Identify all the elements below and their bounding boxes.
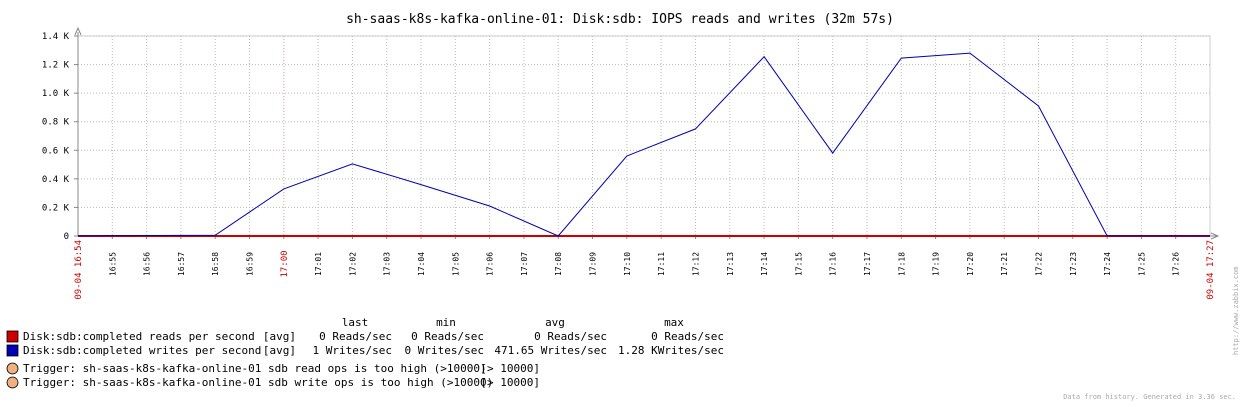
x-tick-label: 17:20 (966, 252, 975, 276)
legend-last: 1 Writes/sec (313, 344, 392, 357)
legend-series-name: Disk:sdb:completed writes per second (23, 344, 261, 357)
x-tick-label: 16:57 (177, 252, 186, 276)
trigger-text: Trigger: sh-saas-k8s-kafka-online-01 sdb… (23, 376, 493, 389)
y-tick-label: 0 (64, 232, 69, 242)
plot-area (77, 35, 1211, 237)
x-tick-label: 17:24 (1103, 252, 1112, 276)
x-end-label: 09-04 17:27 (1206, 240, 1216, 300)
trigger-row-write: Trigger: sh-saas-k8s-kafka-online-01 sdb… (6, 376, 540, 389)
legend-series-name: Disk:sdb:completed reads per second (23, 330, 255, 343)
x-tick-label: 17:16 (829, 252, 838, 276)
legend-func: [avg] (263, 344, 296, 357)
x-tick-label: 17:00 (280, 250, 290, 277)
legend-swatch-reads (6, 330, 19, 343)
y-tick-label: 0.2 K (42, 203, 70, 213)
y-tick-label: 1.2 K (42, 61, 70, 71)
legend-header-last: last (342, 316, 369, 329)
legend-min: 0 Writes/sec (405, 344, 484, 357)
x-tick-label: 17:10 (623, 252, 632, 276)
x-tick-label: 16:59 (246, 252, 255, 276)
legend-header-avg: avg (545, 316, 565, 329)
legend-header-max: max (664, 316, 684, 329)
legend-last: 0 Reads/sec (319, 330, 392, 343)
x-tick-label: 16:58 (211, 252, 220, 276)
legend-func: [avg] (263, 330, 296, 343)
zabbix-url: http://www.zabbix.com (1232, 266, 1240, 355)
generated-note: Data from history. Generated in 3.36 sec… (1063, 393, 1236, 401)
x-tick-label: 17:18 (897, 252, 906, 276)
legend-avg: 0 Reads/sec (534, 330, 607, 343)
x-tick-label: 17:14 (760, 252, 769, 276)
legend-max: 0 Reads/sec (651, 330, 724, 343)
y-tick-label: 0.6 K (42, 146, 70, 156)
legend-min: 0 Reads/sec (411, 330, 484, 343)
x-tick-label: 17:06 (486, 252, 495, 276)
trigger-icon (6, 362, 19, 375)
chart-svg: sh-saas-k8s-kafka-online-01: Disk:sdb: I… (0, 0, 1243, 407)
legend-avg: 471.65 Writes/sec (494, 344, 607, 357)
grid-layer (77, 35, 1211, 237)
x-tick-label: 17:12 (691, 252, 700, 276)
legend-swatch-writes (6, 344, 19, 357)
x-tick-label: 17:09 (589, 252, 598, 276)
x-tick-label: 17:11 (657, 252, 666, 276)
trigger-text: Trigger: sh-saas-k8s-kafka-online-01 sdb… (23, 362, 487, 375)
x-tick-label: 17:22 (1034, 252, 1043, 276)
x-tick-label: 17:01 (314, 252, 323, 276)
x-start-label: 09-04 16:54 (74, 240, 84, 300)
x-tick-label: 17:02 (348, 252, 357, 276)
x-tick-label: 17:03 (383, 252, 392, 276)
x-tick-label: 17:25 (1137, 252, 1146, 276)
x-tick-label: 17:13 (726, 252, 735, 276)
x-tick-label: 17:08 (554, 252, 563, 276)
x-tick-label: 17:21 (1000, 252, 1009, 276)
graph-panel: sh-saas-k8s-kafka-online-01: Disk:sdb: I… (0, 0, 1243, 407)
x-tick-label: 17:26 (1172, 252, 1181, 276)
trigger-row-read: Trigger: sh-saas-k8s-kafka-online-01 sdb… (6, 362, 540, 375)
legend-header-min: min (436, 316, 456, 329)
x-tick-label: 17:04 (417, 252, 426, 276)
trigger-icon (6, 376, 19, 389)
x-tick-label: 17:19 (932, 252, 941, 276)
trigger-threshold: [> 10000] (480, 362, 540, 375)
y-tick-label: 1.4 K (42, 32, 70, 42)
trigger-threshold: [> 10000] (480, 376, 540, 389)
x-tick-label: 16:55 (108, 252, 117, 276)
x-tick-label: 17:15 (794, 252, 803, 276)
x-tick-label: 17:05 (451, 252, 460, 276)
x-tick-label: 16:56 (143, 252, 152, 276)
y-tick-label: 1.0 K (42, 89, 70, 99)
x-tick-label: 17:23 (1069, 252, 1078, 276)
y-tick-label: 0.4 K (42, 175, 70, 185)
y-tick-label: 0.8 K (42, 118, 70, 128)
legend-max: 1.28 KWrites/sec (618, 344, 724, 357)
x-tick-label: 17:17 (863, 252, 872, 276)
x-tick-label: 17:07 (520, 252, 529, 276)
chart-title: sh-saas-k8s-kafka-online-01: Disk:sdb: I… (346, 12, 894, 27)
